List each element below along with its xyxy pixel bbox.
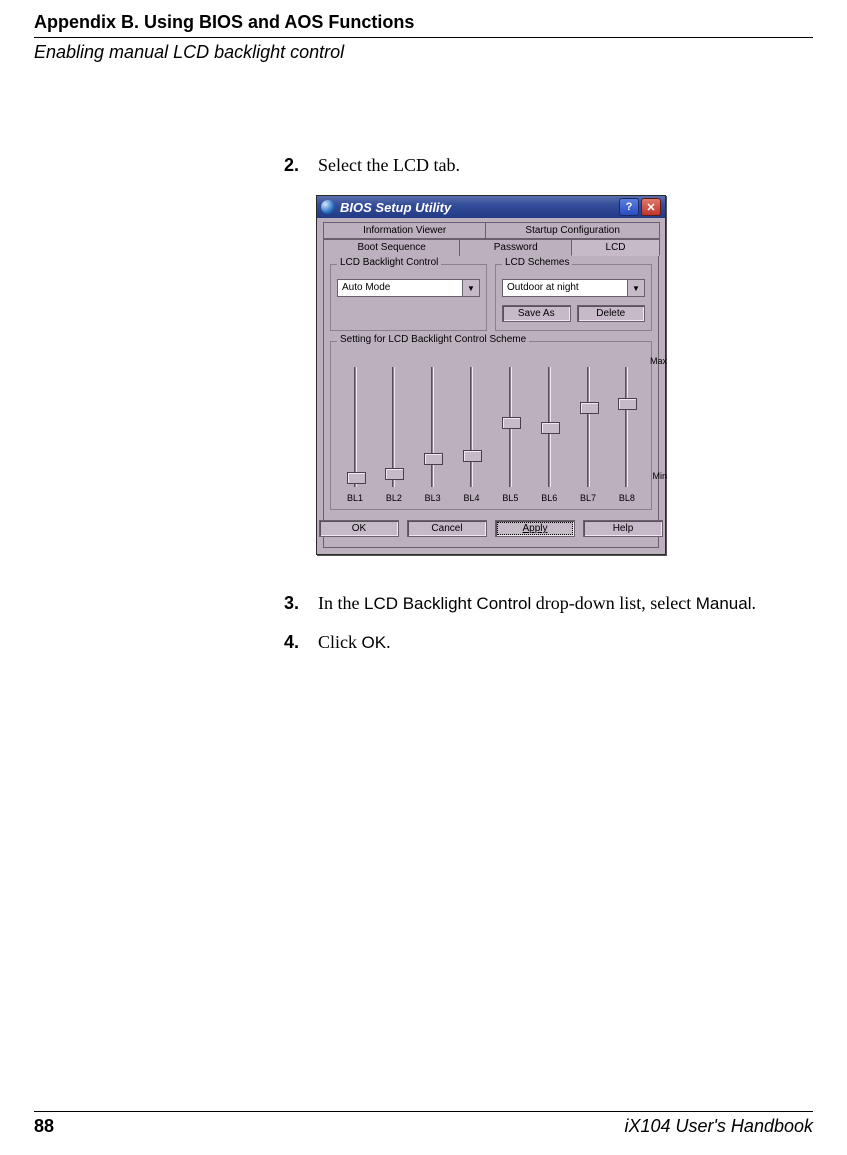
slider-track[interactable] bbox=[431, 367, 434, 487]
header-rule bbox=[34, 37, 813, 38]
slider-thumb[interactable] bbox=[347, 472, 366, 484]
slider-thumb[interactable] bbox=[502, 417, 521, 429]
slider-bl2[interactable]: BL2 bbox=[380, 367, 408, 503]
tab-row-back: Information Viewer Startup Configuration bbox=[323, 222, 659, 239]
cancel-button[interactable]: Cancel bbox=[407, 520, 487, 537]
page-number: 88 bbox=[34, 1116, 54, 1137]
app-icon bbox=[321, 200, 335, 214]
slider-label: BL1 bbox=[347, 493, 363, 503]
max-label: Max bbox=[650, 356, 667, 366]
slider-row: Max Min BL1BL2BL3BL4BL5BL6BL7BL8 bbox=[337, 356, 645, 503]
section-title: Enabling manual LCD backlight control bbox=[34, 42, 813, 63]
slider-bl5[interactable]: BL5 bbox=[496, 367, 524, 503]
slider-label: BL8 bbox=[619, 493, 635, 503]
page-footer: 88 iX104 User's Handbook bbox=[34, 1111, 813, 1137]
group-label: Setting for LCD Backlight Control Scheme bbox=[337, 334, 529, 345]
slider-bl6[interactable]: BL6 bbox=[535, 367, 563, 503]
group-sliders: Setting for LCD Backlight Control Scheme… bbox=[330, 341, 652, 510]
group-label: LCD Schemes bbox=[502, 257, 572, 268]
slider-label: BL5 bbox=[502, 493, 518, 503]
slider-track[interactable] bbox=[470, 367, 473, 487]
slider-track[interactable] bbox=[548, 367, 551, 487]
save-as-button[interactable]: Save As bbox=[502, 305, 571, 322]
group-label: LCD Backlight Control bbox=[337, 257, 441, 268]
slider-track[interactable] bbox=[392, 367, 395, 487]
slider-bl7[interactable]: BL7 bbox=[574, 367, 602, 503]
slider-label: BL2 bbox=[386, 493, 402, 503]
slider-track[interactable] bbox=[509, 367, 512, 487]
tab-information-viewer[interactable]: Information Viewer bbox=[323, 222, 486, 239]
titlebar-help-button[interactable]: ? bbox=[619, 198, 639, 216]
bios-setup-window: BIOS Setup Utility ? ✕ Information Viewe… bbox=[316, 195, 666, 555]
ok-button[interactable]: OK bbox=[319, 520, 399, 537]
slider-label: BL3 bbox=[425, 493, 441, 503]
min-label: Min bbox=[652, 471, 667, 481]
dropdown-value: Auto Mode bbox=[337, 279, 463, 297]
step-text: Select the LCD tab. bbox=[318, 153, 460, 177]
step-text: Click OK. bbox=[318, 630, 391, 655]
group-backlight-control: LCD Backlight Control Auto Mode ▼ bbox=[330, 264, 487, 331]
slider-thumb[interactable] bbox=[385, 468, 404, 480]
step-number: 2. bbox=[284, 153, 318, 177]
slider-bl4[interactable]: BL4 bbox=[458, 367, 486, 503]
tab-lcd[interactable]: LCD bbox=[571, 239, 660, 256]
window-title: BIOS Setup Utility bbox=[340, 200, 451, 215]
tab-password[interactable]: Password bbox=[459, 239, 572, 256]
delete-button[interactable]: Delete bbox=[577, 305, 646, 322]
tab-startup-configuration[interactable]: Startup Configuration bbox=[485, 222, 660, 239]
backlight-mode-dropdown[interactable]: Auto Mode ▼ bbox=[337, 279, 480, 297]
dialog-buttons: OK Cancel Apply Help bbox=[330, 520, 652, 537]
slider-thumb[interactable] bbox=[580, 402, 599, 414]
slider-bl3[interactable]: BL3 bbox=[419, 367, 447, 503]
titlebar-close-button[interactable]: ✕ bbox=[641, 198, 661, 216]
slider-thumb[interactable] bbox=[541, 422, 560, 434]
step-4: 4. Click OK. bbox=[284, 630, 813, 655]
step-text: In the LCD Backlight Control drop-down l… bbox=[318, 591, 756, 616]
slider-bl8[interactable]: BL8 bbox=[613, 367, 641, 503]
slider-bl1[interactable]: BL1 bbox=[341, 367, 369, 503]
step-number: 3. bbox=[284, 591, 318, 616]
dropdown-value: Outdoor at night bbox=[502, 279, 628, 297]
titlebar[interactable]: BIOS Setup Utility ? ✕ bbox=[317, 196, 665, 218]
slider-thumb[interactable] bbox=[424, 453, 443, 465]
apply-button[interactable]: Apply bbox=[495, 520, 575, 537]
slider-label: BL4 bbox=[464, 493, 480, 503]
group-lcd-schemes: LCD Schemes Outdoor at night ▼ Save As D… bbox=[495, 264, 652, 331]
book-title: iX104 User's Handbook bbox=[624, 1116, 813, 1137]
help-button[interactable]: Help bbox=[583, 520, 663, 537]
tab-boot-sequence[interactable]: Boot Sequence bbox=[323, 239, 460, 256]
scheme-dropdown[interactable]: Outdoor at night ▼ bbox=[502, 279, 645, 297]
step-3: 3. In the LCD Backlight Control drop-dow… bbox=[284, 591, 813, 616]
slider-track[interactable] bbox=[625, 367, 628, 487]
slider-thumb[interactable] bbox=[463, 450, 482, 462]
tab-row-front: Boot Sequence Password LCD bbox=[323, 239, 659, 256]
lcd-panel: LCD Backlight Control Auto Mode ▼ LCD Sc… bbox=[323, 256, 659, 548]
slider-label: BL6 bbox=[541, 493, 557, 503]
appendix-title: Appendix B. Using BIOS and AOS Functions bbox=[34, 12, 813, 33]
step-number: 4. bbox=[284, 630, 318, 655]
chevron-down-icon[interactable]: ▼ bbox=[463, 279, 480, 297]
step-2: 2. Select the LCD tab. bbox=[284, 153, 813, 177]
slider-thumb[interactable] bbox=[618, 398, 637, 410]
slider-label: BL7 bbox=[580, 493, 596, 503]
chevron-down-icon[interactable]: ▼ bbox=[628, 279, 645, 297]
slider-track[interactable] bbox=[354, 367, 357, 487]
slider-track[interactable] bbox=[587, 367, 590, 487]
